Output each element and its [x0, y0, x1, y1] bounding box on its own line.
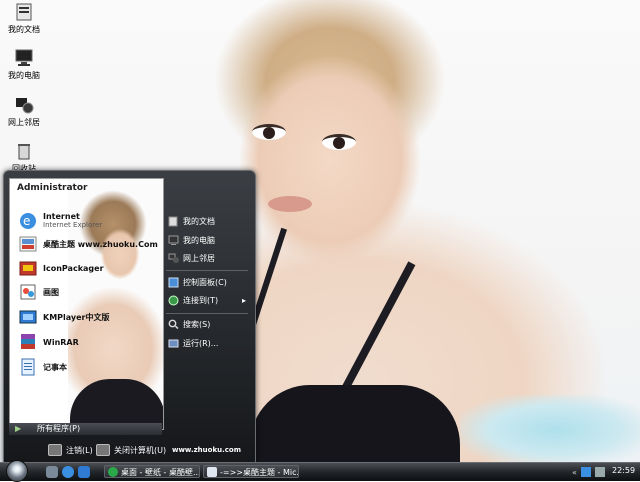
internet-explorer-icon: e [20, 213, 36, 229]
pinned-item-name: KMPlayer中文版 [43, 312, 110, 322]
taskbar-window-title: 桌面 - 壁纸 - 桌酷壁... [121, 468, 200, 477]
wallpaper-pool [460, 395, 640, 462]
start-menu-footer: 注销(L) 关闭计算机(U) www.zhuoku.com [4, 439, 255, 461]
pinned-item-notepad[interactable]: 记事本 [18, 356, 163, 378]
network-places-icon [168, 253, 179, 263]
pinned-item-name: 桌酷主题 www.zhuoku.Com [43, 239, 158, 249]
logoff-label: 注销(L) [66, 445, 93, 455]
notepad-icon [21, 358, 35, 376]
my-documents-icon [168, 216, 178, 226]
desktop-icon-label: 我的文档 [8, 25, 40, 34]
pinned-item-paint[interactable]: 画图 [18, 281, 163, 303]
start-menu: Administrator e Internet Internet Explor… [3, 170, 256, 464]
svg-text:e: e [23, 214, 30, 228]
desktop-icon-network-places[interactable]: 网上邻居 [2, 95, 46, 128]
pinned-item-zhuoku[interactable]: 桌酷主题 www.zhuoku.Com [18, 233, 163, 255]
desktop-icon-my-documents[interactable]: 我的文档 [2, 2, 46, 35]
submenu-arrow-icon: ▸ [241, 295, 246, 305]
desktop-icon-my-computer[interactable]: 我的电脑 [2, 48, 46, 81]
my-computer-icon [15, 49, 33, 66]
document-icon [207, 467, 217, 477]
places-item-run[interactable]: 运行(R)... [168, 335, 248, 351]
wallpaper-strap-right [342, 261, 416, 389]
shutdown-button[interactable]: 关闭计算机(U) [96, 444, 166, 456]
all-programs-label: 所有程序(P) [37, 424, 81, 433]
run-icon [168, 339, 179, 347]
places-item-my-computer[interactable]: 我的电脑 [168, 232, 248, 248]
places-item-network-places[interactable]: 网上邻居 [168, 250, 248, 266]
places-separator [166, 270, 248, 271]
iconpackager-icon [19, 261, 37, 276]
arrow-right-icon: ▶ [15, 424, 22, 433]
show-desktop-icon[interactable] [46, 466, 58, 478]
places-item-search[interactable]: 搜索(S) [168, 316, 248, 332]
start-button[interactable] [6, 460, 28, 482]
zhuoku-theme-icon [19, 236, 37, 252]
places-item-label: 控制面板(C) [183, 277, 227, 287]
pinned-item-subtitle: Internet Explorer [43, 221, 103, 229]
wallpaper-lingerie [250, 385, 460, 462]
internet-explorer-icon[interactable] [62, 466, 74, 478]
pinned-item-name: WinRAR [43, 337, 79, 347]
logoff-icon [48, 444, 62, 456]
places-item-my-documents[interactable]: 我的文档 [168, 213, 248, 229]
places-item-label: 网上邻居 [183, 253, 215, 263]
pinned-item-kmplayer[interactable]: KMPlayer中文版 [18, 306, 163, 328]
places-item-connect-to[interactable]: 连接到(T) ▸ [168, 292, 248, 308]
places-item-label: 我的文档 [183, 216, 215, 226]
recycle-bin-icon [18, 144, 30, 160]
taskbar-window-button[interactable]: -=>>桌酷主题 - Mic... [203, 465, 299, 478]
clock[interactable]: 22:59 [612, 466, 635, 475]
shutdown-label: 关闭计算机(U) [114, 445, 167, 455]
search-icon [168, 319, 179, 329]
wallpaper-lips [268, 196, 312, 212]
browser-icon [108, 467, 118, 477]
pinned-item-internet[interactable]: e Internet Internet Explorer [18, 210, 163, 232]
pinned-item-name: IconPackager [43, 263, 104, 273]
network-icon[interactable] [580, 467, 591, 477]
pinned-item-iconpackager[interactable]: IconPackager [18, 257, 163, 279]
places-item-label: 运行(R)... [183, 338, 219, 348]
taskbar-window-button[interactable]: 桌面 - 壁纸 - 桌酷壁... [104, 465, 200, 478]
tray-expand-icon[interactable]: « [572, 468, 577, 477]
my-computer-icon [168, 235, 179, 245]
desktop-icon-label: 我的电脑 [8, 71, 40, 80]
system-tray: « [572, 466, 609, 478]
wallpaper-eye-right [322, 134, 356, 150]
taskbar-window-title: -=>>桌酷主题 - Mic... [220, 468, 299, 477]
website-label: www.zhuoku.com [172, 446, 242, 454]
power-icon [96, 444, 110, 456]
media-player-icon[interactable] [78, 466, 90, 478]
pinned-item-name: 记事本 [43, 362, 67, 372]
pinned-item-winrar[interactable]: WinRAR [18, 331, 163, 353]
places-item-label: 连接到(T) [183, 295, 219, 305]
places-item-control-panel[interactable]: 控制面板(C) [168, 274, 248, 290]
places-item-label: 我的电脑 [183, 235, 215, 245]
pinned-item-name: 画图 [43, 287, 59, 297]
winrar-icon [21, 334, 35, 349]
kmplayer-icon [19, 310, 37, 324]
places-item-label: 搜索(S) [183, 319, 211, 329]
all-programs-button[interactable]: ▶ 所有程序(P) [9, 423, 162, 435]
logoff-button[interactable]: 注销(L) [48, 444, 93, 456]
pinned-item-name: Internet [43, 212, 80, 221]
control-panel-icon [168, 277, 179, 287]
network-places-icon [16, 98, 34, 114]
start-menu-programs-pane: Administrator e Internet Internet Explor… [9, 178, 164, 430]
user-name: Administrator [17, 183, 88, 193]
start-menu-places-pane: 我的文档 我的电脑 网上邻居 控制面板(C) 连接到(T) ▸ 搜索(S) 运行… [164, 179, 250, 429]
paint-icon [20, 284, 36, 300]
volume-icon[interactable] [594, 467, 605, 477]
places-separator [166, 313, 248, 314]
my-documents-icon [16, 3, 32, 21]
desktop-icon-label: 网上邻居 [8, 118, 40, 127]
wallpaper-eye-left [252, 124, 286, 140]
connect-to-icon [168, 295, 179, 305]
taskbar: 桌面 - 壁纸 - 桌酷壁... -=>>桌酷主题 - Mic... « 22:… [0, 462, 640, 481]
